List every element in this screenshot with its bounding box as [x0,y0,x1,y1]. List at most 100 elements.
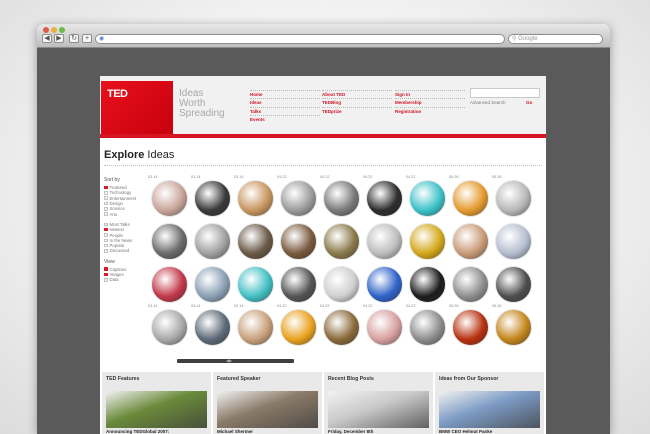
unchecked-box-icon[interactable] [104,196,108,200]
talk-image[interactable] [495,223,532,260]
unchecked-box-icon[interactable] [104,212,108,216]
talk-thumbnail[interactable]: 05.26 [448,304,491,354]
talk-image[interactable] [452,223,489,260]
talk-image[interactable] [409,180,446,217]
back-arrow-icon[interactable]: ◀ [42,34,52,43]
zoom-window-icon[interactable] [59,27,65,33]
unchecked-box-icon[interactable] [104,207,108,211]
talk-image[interactable] [237,223,274,260]
talk-image[interactable] [409,309,446,346]
talk-image[interactable] [151,309,188,346]
talk-image[interactable] [495,309,532,346]
go-button[interactable]: Go [526,100,532,105]
checked-box-icon[interactable] [104,272,108,277]
talk-image[interactable] [280,180,317,217]
feature-title[interactable]: Michael Shermer [217,429,253,434]
talk-image[interactable] [280,266,317,303]
nav-talks[interactable]: Talks [250,106,320,115]
talk-image[interactable] [323,309,360,346]
talk-image[interactable] [366,266,403,303]
scroll-grip-icon[interactable]: ◀▶ [225,359,233,363]
talk-image[interactable] [194,180,231,217]
address-bar[interactable]: ◉ [95,34,505,44]
talk-image[interactable] [194,266,231,303]
talk-image[interactable] [495,266,532,303]
unchecked-box-icon[interactable] [104,249,108,253]
nav-about-ted[interactable]: About TED [322,90,392,98]
talk-image[interactable] [280,309,317,346]
talk-image[interactable] [151,266,188,303]
talk-thumbnail[interactable]: 03.14 [147,304,190,354]
talk-image[interactable] [237,180,274,217]
unchecked-box-icon[interactable] [104,222,108,227]
talk-image[interactable] [151,223,188,260]
talk-image[interactable] [280,223,317,260]
checked-box-icon[interactable] [104,267,108,271]
talk-date: 03.14 [191,175,201,179]
checked-box-icon[interactable] [104,227,108,232]
unchecked-box-icon[interactable] [104,233,108,237]
nav-registration[interactable]: Registration [395,106,465,115]
talk-date: 04.22 [363,304,373,308]
talk-image[interactable] [452,266,489,303]
talk-date: 04.22 [320,175,330,179]
unchecked-box-icon[interactable] [104,238,108,243]
feature-image[interactable] [439,391,540,428]
forward-arrow-icon[interactable]: ▶ [54,34,64,43]
unchecked-box-icon[interactable] [104,201,108,206]
feature-image[interactable] [217,391,318,428]
unchecked-box-icon[interactable] [104,191,108,195]
talk-image[interactable] [237,266,274,303]
title-divider [104,165,542,166]
talk-image[interactable] [151,180,188,217]
talk-thumbnail[interactable]: 03.14 [233,304,276,354]
talk-image[interactable] [495,180,532,217]
talk-image[interactable] [409,266,446,303]
feature-title[interactable]: Friday, December 8th [328,429,373,434]
nav-ideas[interactable]: Ideas [250,98,320,106]
nav-membership[interactable]: Membership [395,98,465,106]
talk-image[interactable] [323,223,360,260]
talk-image[interactable] [409,223,446,260]
talk-image[interactable] [237,309,274,346]
nav-tedprize[interactable]: TEDprize [322,106,392,115]
add-bookmark-icon[interactable]: + [82,34,92,43]
talk-thumbnail[interactable]: 04.22 [405,304,448,354]
feature-title[interactable]: BMW CEO Helmut Panke [439,429,492,434]
talk-thumbnail[interactable]: 04.22 [319,304,362,354]
view-option[interactable]: Data [104,277,148,282]
unchecked-box-icon[interactable] [104,243,108,248]
close-window-icon[interactable] [43,27,49,33]
site-search-input[interactable] [470,88,540,98]
nav-tedblog[interactable]: TEDBlog [322,98,392,106]
nav-events[interactable]: Events [250,115,320,123]
talk-image[interactable] [366,180,403,217]
talk-image[interactable] [194,309,231,346]
reload-icon[interactable]: ↻ [69,34,79,43]
talk-thumbnail[interactable]: 03.14 [190,304,233,354]
sort-option-label: Featured [109,185,127,191]
browser-search-field[interactable]: ⚲ Google [508,34,603,44]
talk-image[interactable] [323,180,360,217]
feature-image[interactable] [106,391,207,428]
talk-image[interactable] [366,309,403,346]
nav-sign-in[interactable]: Sign In [395,90,465,98]
ted-logo[interactable]: TED [101,81,173,134]
feature-title[interactable]: Announcing TEDGlobal 2007: [106,429,169,434]
talk-image[interactable] [452,309,489,346]
talk-thumbnail[interactable]: 04.22 [362,304,405,354]
talk-image[interactable] [452,180,489,217]
grid-scrollbar[interactable] [177,359,294,363]
unchecked-box-icon[interactable] [104,278,108,282]
checked-box-icon[interactable] [104,185,108,190]
talk-image[interactable] [194,223,231,260]
talk-image[interactable] [366,223,403,260]
nav-home[interactable]: Home [250,90,320,98]
talk-thumbnail[interactable]: 05.26 [491,304,534,354]
talk-image[interactable] [323,266,360,303]
feature-image[interactable] [328,391,429,428]
advanced-search-link[interactable]: Advanced Search [470,100,506,105]
minimize-window-icon[interactable] [51,27,57,33]
tagline: Ideas Worth Spreading [179,89,239,119]
talk-thumbnail[interactable]: 04.22 [276,304,319,354]
